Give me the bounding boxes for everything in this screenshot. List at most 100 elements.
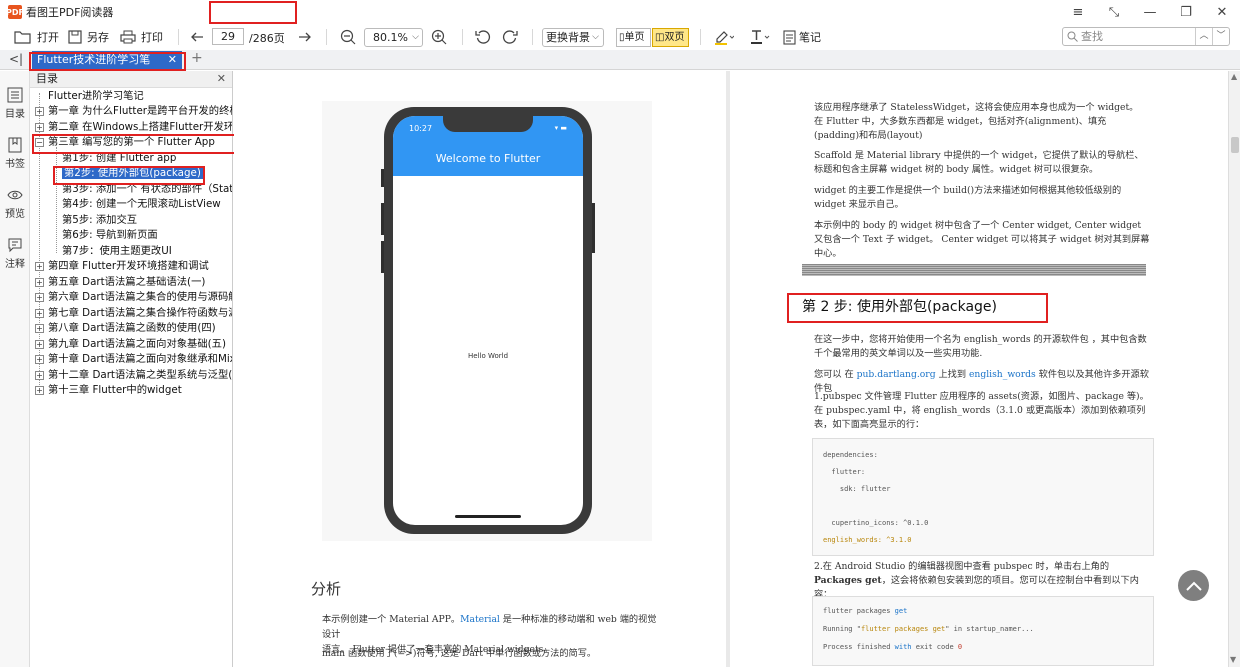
menu-button[interactable]: ≡ (1060, 0, 1096, 24)
highlight-box-step-heading (787, 293, 1048, 323)
toc-item[interactable]: +第十章 Dart语法篇之面向对象继承和Mixins( (30, 352, 232, 367)
fullscreen-button[interactable]: ⤡ (1096, 0, 1132, 24)
expand-icon[interactable]: + (35, 278, 44, 287)
english-words-link[interactable]: english_words (969, 369, 1036, 380)
phone-notch (443, 116, 533, 132)
rail-preview[interactable]: 预览 (0, 187, 30, 220)
paragraph: Scaffold 是 Material library 中提供的一个 widge… (814, 150, 1144, 175)
page-number-input[interactable]: 29 (212, 28, 244, 45)
rail-toc[interactable]: 目录 (0, 87, 30, 120)
toc-item[interactable]: + 第十三章 Flutter中的widget (30, 383, 182, 398)
zoom-value: 80.1% (373, 31, 408, 44)
expand-icon[interactable]: + (35, 293, 44, 302)
next-page-button[interactable] (298, 26, 312, 48)
print-button[interactable]: 打印 (120, 26, 163, 48)
scroll-up-icon[interactable]: ▲ (1231, 72, 1237, 81)
save-as-button[interactable]: 另存 (68, 26, 109, 48)
home-indicator (455, 515, 521, 518)
rail-annotation[interactable]: 注释 (0, 237, 30, 270)
material-link[interactable]: Material (460, 614, 500, 625)
tab-bar: <| Flutter技术进阶学习笔记.pdf ✕ + (0, 50, 1240, 84)
bookmark-icon (8, 137, 22, 153)
zoom-select[interactable]: 80.1% ⌵ (364, 28, 423, 47)
code-block: dependencies: flutter: sdk: flutter cupe… (812, 438, 1154, 556)
highlight-box-chapter3 (32, 134, 242, 154)
zoom-out-button[interactable] (340, 26, 356, 48)
toc-item[interactable]: + 第四章 Flutter开发环境搭建和调试 (30, 259, 209, 274)
expand-icon[interactable]: + (35, 386, 44, 395)
toc-item[interactable]: 第5步: 添加交互 (62, 213, 137, 228)
new-tab-icon[interactable]: + (191, 50, 203, 66)
close-toc-icon[interactable]: ✕ (217, 71, 226, 87)
code-block: flutter packages get Running "flutter pa… (812, 596, 1154, 666)
text-color-button[interactable] (749, 26, 771, 48)
highlight-button[interactable] (714, 26, 734, 48)
expand-icon[interactable]: + (35, 355, 44, 364)
chevron-up-icon (1185, 581, 1202, 591)
toc-item[interactable]: 第7步：使用主题更改UI (62, 244, 172, 259)
pub-dartlang-link[interactable]: pub.dartlang.org (857, 369, 936, 380)
toc-item[interactable]: +第一章 为什么Flutter是跨平台开发的终极之选 (30, 104, 232, 119)
chevron-down-icon: ⌵ (412, 32, 419, 42)
restore-button[interactable]: ❐ (1168, 0, 1204, 24)
expand-icon[interactable]: + (35, 309, 44, 318)
rotate-left-button[interactable] (475, 26, 491, 48)
expand-icon[interactable]: + (35, 340, 44, 349)
toc-item[interactable]: + 第五章 Dart语法篇之基础语法(一) (30, 275, 205, 290)
app-bar-title: Welcome to Flutter (435, 152, 541, 165)
double-page-button[interactable]: ◫双页 (652, 28, 689, 47)
rotate-right-button[interactable] (502, 26, 518, 48)
single-page-label: 单页 (624, 32, 645, 43)
toc-item[interactable]: +第七章 Dart语法篇之集合操作符函数与源码分 (30, 306, 232, 321)
minimize-button[interactable]: — (1132, 0, 1168, 24)
prev-page-button[interactable] (190, 26, 204, 48)
toc-item[interactable]: + 第九章 Dart语法篇之面向对象基础(五) (30, 337, 226, 352)
arrow-left-icon (191, 32, 203, 42)
tree-line (56, 147, 57, 253)
scroll-down-icon[interactable]: ▼ (1230, 655, 1236, 664)
app-logo-icon: PDF (6, 5, 24, 19)
change-background-select[interactable]: 更换背景 ⌵ (542, 28, 604, 47)
single-page-button[interactable]: ▯单页 (616, 28, 651, 47)
back-to-top-button[interactable] (1178, 570, 1209, 601)
search-prev-button[interactable]: ︿ (1195, 28, 1212, 45)
expand-icon[interactable]: + (35, 371, 44, 380)
annotation-icon (8, 238, 22, 253)
expand-icon[interactable]: + (35, 324, 44, 333)
expand-icon[interactable]: + (35, 123, 44, 132)
toolbar-divider (178, 29, 179, 45)
collapse-sidebar-icon[interactable]: <| (9, 52, 23, 66)
toc-item[interactable]: Flutter进阶学习笔记 (48, 89, 144, 104)
zoom-in-button[interactable] (431, 26, 447, 48)
page-right: 该应用程序继承了 StatelessWidget，这将会使应用本身也成为一个 w… (730, 71, 1228, 667)
search-next-button[interactable]: ﹀ (1212, 28, 1229, 45)
paragraph: 在这一步中，您将开始使用一个名为 english_words 的开源软件包 ，其… (814, 334, 1147, 359)
expand-icon[interactable]: + (35, 107, 44, 116)
rotate-left-icon (475, 30, 491, 44)
page-total: /286页 (249, 32, 285, 45)
toolbar-divider (700, 29, 701, 45)
toc-header: 目录 ✕ (30, 71, 232, 88)
rail-bookmark[interactable]: 书签 (0, 137, 30, 170)
scroll-thumb[interactable] (1231, 137, 1239, 153)
toc-item[interactable]: + 第二章 在Windows上搭建Flutter开发环境 (30, 120, 232, 135)
note-button[interactable]: 笔记 (783, 26, 821, 48)
change-background-label: 更换背景 (546, 31, 590, 44)
open-button[interactable]: 打开 (14, 26, 59, 48)
code-line: Running "flutter packages get" in startu… (823, 625, 1034, 633)
code-line-highlight: english_words: ^3.1.0 (823, 536, 912, 544)
close-button[interactable]: ✕ (1204, 0, 1240, 24)
expand-icon[interactable]: + (35, 262, 44, 271)
page-left: 10:27 ▾ ▬ Welcome to Flutter Hello World… (234, 71, 726, 667)
toc-item[interactable]: + 第八章 Dart语法篇之函数的使用(四) (30, 321, 216, 336)
document-viewport[interactable]: 10:27 ▾ ▬ Welcome to Flutter Hello World… (234, 71, 1228, 667)
search-input[interactable]: 查找 ︿ ﹀ (1062, 27, 1230, 46)
code-line: Process finished with exit code 0 (823, 643, 963, 651)
vertical-scrollbar[interactable]: ▲ (1228, 71, 1240, 667)
toc-item[interactable]: + 第六章 Dart语法篇之集合的使用与源码解析( (30, 290, 232, 305)
title-bar: PDF 看图王PDF阅读器 ≡ ⤡ — ❐ ✕ (0, 0, 1240, 24)
phone-button (381, 241, 384, 273)
toc-item[interactable]: 第6步: 导航到新页面 (62, 228, 158, 243)
toc-item[interactable]: 第4步: 创建一个无限滚动ListView (62, 197, 221, 212)
toc-item[interactable]: + 第十二章 Dart语法篇之类型系统与泛型(七) (30, 368, 232, 383)
